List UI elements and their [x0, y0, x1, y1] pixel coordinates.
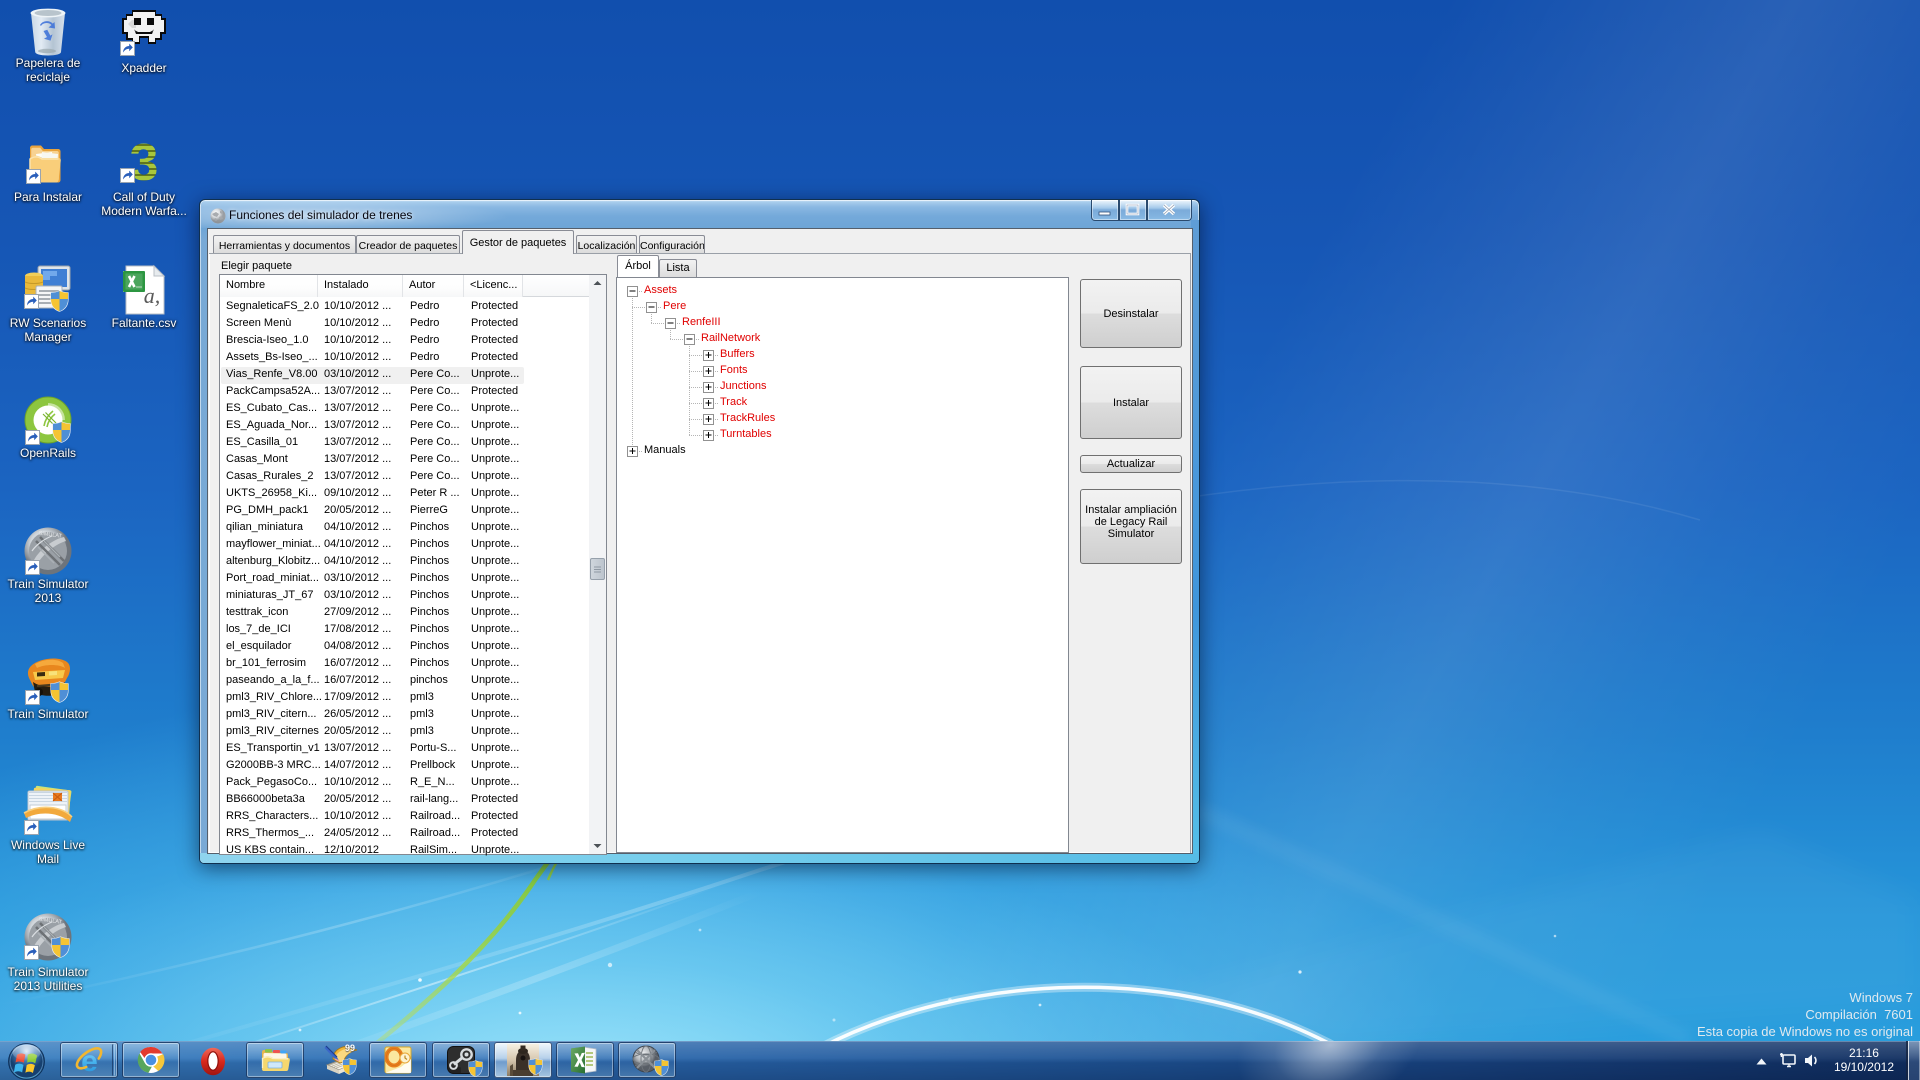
svg-text:99: 99 — [344, 1043, 354, 1053]
svg-text:a,: a, — [144, 283, 161, 308]
